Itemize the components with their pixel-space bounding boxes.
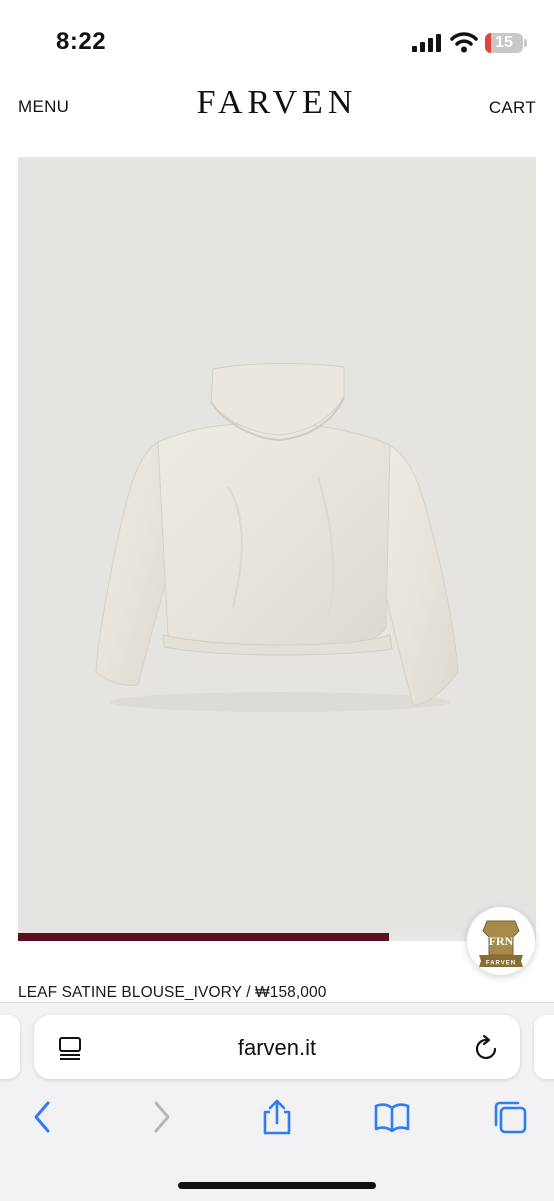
battery-cap (524, 39, 527, 47)
site-logo[interactable]: FARVEN (0, 84, 554, 122)
blouse-illustration (95, 362, 459, 712)
previous-tab-stub[interactable] (0, 1015, 20, 1079)
signal-icon (412, 34, 441, 52)
badge-monogram: FRN (489, 934, 514, 948)
back-icon[interactable] (24, 1099, 60, 1135)
status-time: 8:22 (56, 28, 107, 55)
battery-icon: 15 (485, 33, 523, 53)
share-icon[interactable] (259, 1099, 295, 1135)
forward-icon[interactable] (144, 1099, 180, 1135)
home-indicator[interactable] (178, 1182, 376, 1189)
product-caption[interactable]: LEAF SATINE BLOUSE_IVORY / ₩158,000 (18, 984, 326, 1002)
wifi-icon (450, 32, 478, 53)
next-tab-stub[interactable] (534, 1015, 554, 1079)
bookmarks-icon[interactable] (374, 1099, 410, 1135)
reload-icon[interactable] (474, 1034, 500, 1062)
cart-button[interactable]: CART (489, 98, 536, 118)
gallery-progress-fill (18, 933, 389, 941)
battery-percent: 15 (495, 34, 513, 51)
badge-banner: FARVEN (486, 961, 516, 967)
tabs-icon[interactable] (492, 1099, 528, 1135)
browser-toolbar: farven.it (0, 1002, 554, 1201)
frn-badge-button[interactable]: FRN FARVEN (467, 907, 535, 975)
address-bar[interactable]: farven.it (34, 1015, 520, 1079)
frn-logo-icon: FRN FARVEN (479, 920, 523, 967)
gallery-progress (18, 933, 536, 941)
url-text[interactable]: farven.it (34, 1035, 520, 1061)
product-image[interactable] (18, 157, 536, 933)
